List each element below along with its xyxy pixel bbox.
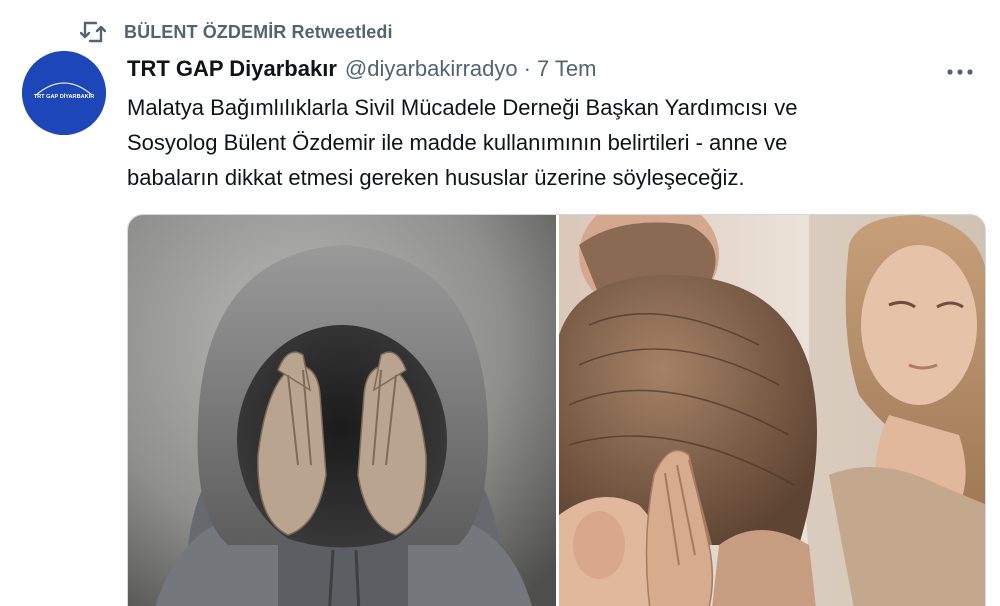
tweet[interactable]: BÜLENT ÖZDEMİR Retweetledi TRT GAP DİYAR…: [0, 0, 1000, 606]
separator-dot: ·: [523, 56, 531, 81]
avatar[interactable]: TRT GAP DİYARBAKIR: [22, 51, 106, 135]
author-handle[interactable]: @diyarbakirradyo: [345, 56, 518, 82]
tweet-header: TRT GAP Diyarbakır @diyarbakirradyo · 7 …: [127, 53, 596, 85]
tweet-timestamp[interactable]: 7 Tem: [537, 56, 597, 82]
tweet-text-line: Malatya Bağımlılıklarla Sivil Mücadele D…: [127, 95, 798, 120]
retweet-context: BÜLENT ÖZDEMİR Retweetledi: [76, 14, 393, 50]
worried-parents-photo[interactable]: [559, 215, 985, 606]
avatar-logo-text: TRT GAP DİYARBAKIR: [34, 93, 95, 100]
hooded-person-photo[interactable]: [128, 215, 556, 606]
tweet-text-line: Sosyolog Bülent Özdemir ile madde kullan…: [127, 130, 788, 155]
tweet-text-line: babaların dikkat etmesi gereken hususlar…: [127, 165, 745, 190]
more-icon[interactable]: [940, 56, 980, 88]
author-display-name[interactable]: TRT GAP Diyarbakır: [127, 56, 337, 82]
retweeted-by-label[interactable]: BÜLENT ÖZDEMİR Retweetledi: [124, 22, 393, 43]
media-grid: [127, 214, 986, 606]
tweet-text: Malatya Bağımlılıklarla Sivil Mücadele D…: [127, 90, 987, 195]
retweet-icon: [76, 15, 110, 49]
